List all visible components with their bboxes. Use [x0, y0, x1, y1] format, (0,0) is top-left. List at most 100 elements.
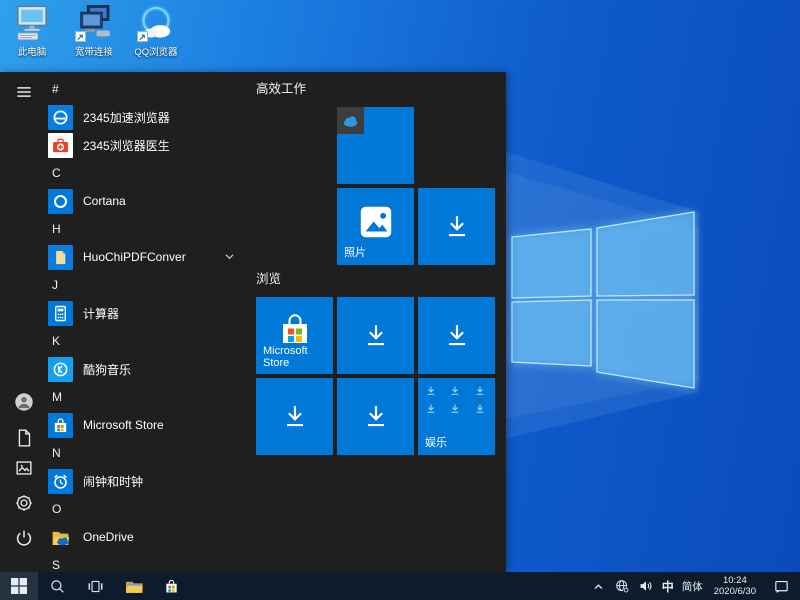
section-letter: O — [52, 502, 61, 516]
start-menu-nav-rail — [0, 72, 48, 572]
tile-download[interactable] — [337, 378, 414, 455]
start-menu-panel: # 2345加速浏览器 2345浏览器医生 C Cortana H HuoChi… — [0, 72, 506, 572]
desktop-icon-label: 宽带连接 — [75, 44, 113, 58]
cloud-icon — [342, 112, 359, 129]
store-bag-icon — [48, 413, 73, 438]
network-globe-icon[interactable] — [610, 572, 634, 600]
language-indicator[interactable]: 简体 — [678, 572, 707, 600]
ime-indicator[interactable]: 中 — [658, 572, 678, 600]
taskbar-task-view-button[interactable] — [76, 572, 114, 600]
taskbar: 中 简体 10:24 2020/6/30 — [0, 572, 800, 600]
mini-download-icon — [424, 384, 440, 398]
download-icon — [337, 297, 414, 374]
browser2345-icon — [48, 105, 73, 130]
app-list-item[interactable]: 2345加速浏览器 — [48, 103, 254, 131]
app-list-section-header[interactable]: C — [48, 159, 254, 187]
tile-group-title[interactable]: 高效工作 — [256, 78, 306, 97]
app-list-section-header[interactable]: J — [48, 271, 254, 299]
tile-label: 娱乐 — [425, 434, 447, 450]
download-icon — [418, 297, 495, 374]
app-label: 2345浏览器医生 — [83, 137, 170, 154]
app-label: HuoChiPDFConver — [83, 250, 186, 264]
desktop-icon-label: 此电脑 — [18, 44, 47, 58]
menu-button[interactable] — [12, 80, 36, 104]
folder-tile-preview — [424, 384, 489, 416]
taskbar-search-button[interactable] — [38, 572, 76, 600]
app-list-item[interactable]: 闹钟和时钟 — [48, 467, 254, 495]
task-view-icon — [87, 578, 104, 595]
settings-icon — [13, 492, 35, 514]
section-letter: K — [52, 334, 60, 348]
documents-button[interactable] — [12, 426, 36, 450]
system-tray: 中 简体 10:24 2020/6/30 — [587, 572, 800, 600]
tile-blank[interactable] — [337, 107, 414, 184]
broadband-icon — [74, 3, 114, 43]
small-tile-onedrive[interactable] — [337, 107, 364, 134]
app-list-section-header[interactable]: N — [48, 439, 254, 467]
app-list-section-header[interactable]: # — [48, 75, 254, 103]
tile-label: 照片 — [344, 244, 366, 260]
app-list-section-header[interactable]: O — [48, 495, 254, 523]
cortana-icon — [48, 189, 73, 214]
app-label: Microsoft Store — [83, 418, 164, 432]
section-letter: M — [52, 390, 62, 404]
section-letter: N — [52, 446, 61, 460]
app-list-item[interactable]: Microsoft Store — [48, 411, 254, 439]
section-letter: H — [52, 222, 61, 236]
app-list-section-header[interactable]: S — [48, 551, 254, 572]
doctor2345-icon — [48, 133, 73, 158]
user-button[interactable] — [12, 390, 36, 414]
mini-download-icon — [448, 384, 464, 398]
taskbar-microsoft-store-button[interactable] — [152, 572, 190, 600]
app-list-section-header[interactable]: K — [48, 327, 254, 355]
app-label: 2345加速浏览器 — [83, 109, 170, 126]
mini-download-icon — [473, 384, 489, 398]
app-list-item[interactable]: Cortana — [48, 187, 254, 215]
tile-照片[interactable]: 照片 — [337, 188, 414, 265]
onedrive-folder-icon — [48, 525, 73, 550]
tile-download[interactable] — [418, 188, 495, 265]
download-icon — [418, 188, 495, 265]
section-letter: # — [52, 82, 59, 96]
tile-Microsoft Store[interactable]: Microsoft Store — [256, 297, 333, 374]
taskbar-start-button[interactable] — [0, 572, 38, 600]
start-icon — [11, 578, 27, 594]
pictures-button[interactable] — [12, 456, 36, 480]
volume-icon[interactable] — [634, 572, 658, 600]
tile-download[interactable] — [337, 297, 414, 374]
start-menu-app-list: # 2345加速浏览器 2345浏览器医生 C Cortana H HuoChi… — [48, 75, 254, 572]
tile-group-title[interactable]: 浏览 — [256, 268, 281, 287]
app-list-item[interactable]: HuoChiPDFConver — [48, 243, 254, 271]
action-center-icon[interactable] — [763, 572, 800, 600]
settings-button[interactable] — [12, 491, 36, 515]
hidden-icons-chevron-icon[interactable] — [587, 572, 610, 600]
this-pc-icon — [12, 3, 52, 43]
mini-download-icon — [424, 402, 440, 416]
app-label: 闹钟和时钟 — [83, 473, 143, 490]
taskbar-clock[interactable]: 10:24 2020/6/30 — [707, 572, 763, 600]
tile-download[interactable] — [418, 297, 495, 374]
app-list-item[interactable]: OneDrive — [48, 523, 254, 551]
chevron-down-icon[interactable] — [224, 251, 235, 262]
desktop-icon-qq-browser[interactable]: QQ浏览器 — [127, 3, 185, 58]
tile-label: Microsoft Store — [263, 345, 333, 369]
power-icon — [13, 527, 35, 549]
app-list-item[interactable]: 2345浏览器医生 — [48, 131, 254, 159]
taskbar-file-explorer-button[interactable] — [114, 572, 152, 600]
tile-download[interactable] — [256, 378, 333, 455]
qq-browser-icon — [136, 3, 176, 43]
app-list-section-header[interactable]: H — [48, 215, 254, 243]
tile-娱乐[interactable]: 娱乐 — [418, 378, 495, 455]
desktop-icon-broadband[interactable]: 宽带连接 — [65, 3, 123, 58]
section-letter: S — [52, 558, 60, 572]
app-list-section-header[interactable]: M — [48, 383, 254, 411]
app-list-item[interactable]: 酷狗音乐 — [48, 355, 254, 383]
desktop-icon-this-pc[interactable]: 此电脑 — [3, 3, 61, 58]
user-icon — [13, 391, 35, 413]
clock-time: 10:24 — [723, 575, 747, 586]
app-list-item[interactable]: 计算器 — [48, 299, 254, 327]
search-icon — [49, 578, 66, 595]
pdf-icon — [48, 245, 73, 270]
app-label: Cortana — [83, 194, 126, 208]
power-button[interactable] — [12, 526, 36, 550]
